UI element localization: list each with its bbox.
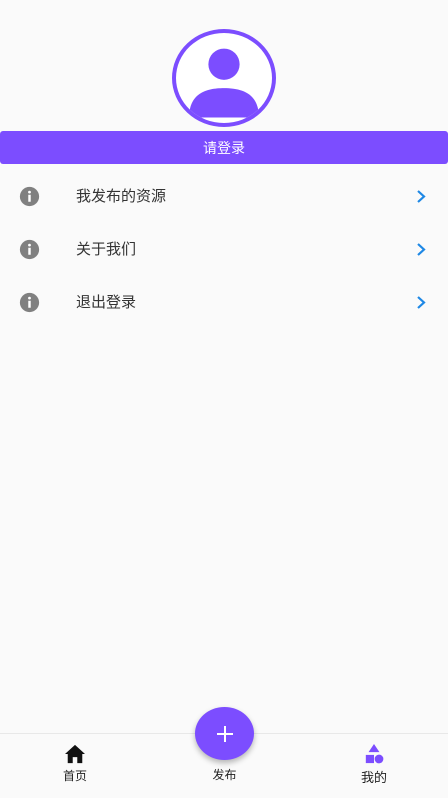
login-button[interactable]: 请登录 [0, 131, 448, 164]
profile-screen: 请登录 我发布的资源 关于我们 退出登录 首页 我的 发布 [0, 0, 448, 798]
nav-label-home: 首页 [62, 769, 87, 783]
menu-item-label: 关于我们 [76, 240, 137, 258]
info-icon [19, 186, 40, 207]
menu-item-label: 我发布的资源 [76, 187, 167, 205]
publish-button[interactable] [195, 707, 254, 760]
nav-label-mine: 我的 [360, 771, 387, 786]
menu-item-label: 退出登录 [76, 293, 137, 311]
info-icon [19, 292, 40, 313]
person-avatar-icon [189, 48, 259, 118]
info-icon [19, 239, 40, 260]
home-icon [65, 744, 85, 764]
plus-icon [216, 725, 233, 742]
nav-item-mine[interactable]: 我的 [329, 734, 419, 798]
menu-item-my-resources[interactable]: 我发布的资源 [0, 170, 448, 223]
menu-item-logout[interactable]: 退出登录 [0, 276, 448, 329]
nav-label-publish: 发布 [212, 768, 237, 782]
profile-menu: 我发布的资源 关于我们 退出登录 [0, 170, 448, 329]
chevron-right-icon [417, 243, 426, 256]
category-icon [365, 744, 384, 764]
chevron-right-icon [417, 190, 426, 203]
menu-item-about-us[interactable]: 关于我们 [0, 223, 448, 276]
avatar[interactable] [172, 29, 276, 127]
nav-item-home[interactable]: 首页 [30, 734, 120, 798]
chevron-right-icon [417, 296, 426, 309]
